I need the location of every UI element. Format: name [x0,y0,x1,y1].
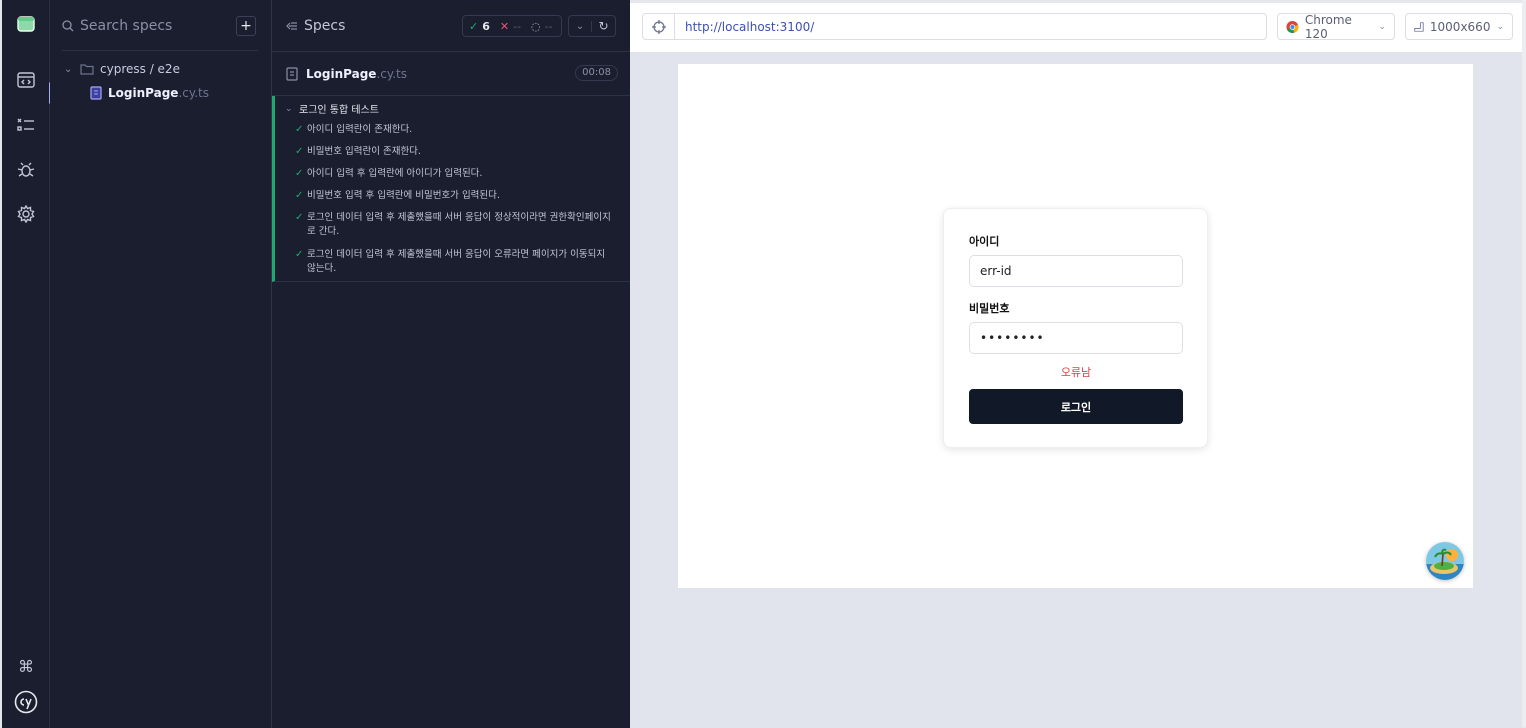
reporter-header: Specs ✓ 6 ✕ -- ◌ -- ⌄ ↻ [272,0,630,52]
app-under-test: 아이디 err-id 비밀번호 •••••••• 오류남 로그인 [678,64,1473,588]
specs-sidebar: + ⌄ cypress / e2e LoginPage .cy.ts [50,0,272,728]
spec-file-ext: .cy.ts [178,86,210,100]
floating-island-icon[interactable] [1426,542,1464,580]
spec-file-row[interactable]: LoginPage .cy.ts [90,86,209,100]
reporter-controls: ⌄ ↻ [568,15,616,37]
collapse-icon [286,22,297,30]
login-card: 아이디 err-id 비밀번호 •••••••• 오류남 로그인 [943,208,1208,448]
check-icon: ✓ [295,190,304,201]
failed-icon: ✕ [499,19,510,33]
pending-icon: ◌ [531,19,541,33]
folder-icon [80,64,94,75]
reporter-title: Specs [304,18,346,34]
chevron-down-icon: ⌄ [64,63,73,75]
cypress-app-icon[interactable] [14,12,38,36]
code-window-icon[interactable] [14,68,38,92]
spec-duration: 00:08 [575,65,618,81]
test-item[interactable]: ✓ 아이디 입력란이 존재한다. [295,123,613,137]
passed-count: 6 [482,19,490,33]
rerun-icon[interactable]: ↻ [592,19,615,33]
search-icon [62,20,74,32]
cypress-logo-icon[interactable] [14,690,38,714]
folder-row[interactable]: ⌄ cypress / e2e [64,62,180,76]
spec-title: LoginPage .cy.ts [286,67,407,81]
suite-title: 로그인 통합 테스트 [299,105,379,116]
viewport-icon [1414,21,1424,32]
test-label: 로그인 데이터 입력 후 제출했을때 서버 응답이 오류라면 페이지가 이동되지… [307,249,606,274]
nav-rail: ⌘ [2,0,52,728]
gear-icon[interactable] [14,202,38,226]
chevron-down-icon[interactable]: ⌄ [569,20,593,32]
chevron-down-icon: ⌄ [285,103,293,114]
test-label: 아이디 입력 후 입력란에 아이디가 입력된다. [307,168,483,179]
list-icon[interactable] [14,113,38,137]
specs-toggle[interactable]: Specs [286,18,345,34]
test-label: 비밀번호 입력 후 입력란에 비밀번호가 입력된다. [307,190,500,201]
add-spec-button[interactable]: + [236,16,256,36]
check-icon: ✓ [295,168,304,179]
password-label: 비밀번호 [969,302,1010,315]
test-item[interactable]: ✓ 아이디 입력 후 입력란에 아이디가 입력된다. [295,167,613,181]
preview-toolbar: http://localhost:3100/ Chrome 120 ⌄ 1000… [630,0,1522,52]
spec-name: LoginPage [306,67,377,81]
chevron-down-icon: ⌄ [1496,21,1504,32]
browser-select[interactable]: Chrome 120 ⌄ [1277,12,1395,41]
suite-title-row[interactable]: ⌄ 로그인 통합 테스트 [285,101,379,117]
browser-label: Chrome 120 [1304,12,1352,41]
folder-label: cypress / e2e [100,62,180,76]
test-item[interactable]: ✓ 로그인 데이터 입력 후 제출했을때 서버 응답이 오류라면 페이지가 이동… [295,248,613,276]
test-item[interactable]: ✓ 비밀번호 입력 후 입력란에 비밀번호가 입력된다. [295,189,613,203]
test-suite: ⌄ 로그인 통합 테스트 ✓ 아이디 입력란이 존재한다. ✓ 비밀번호 입력란… [272,96,630,282]
viewport-label: 1000x660 [1429,19,1491,34]
url-bar[interactable]: http://localhost:3100/ [642,13,1267,40]
failed-count: -- [513,19,522,33]
spec-file-name: LoginPage [108,86,179,100]
url-text: http://localhost:3100/ [685,19,815,34]
search-bar: + [62,12,258,40]
passed-icon: ✓ [469,19,479,33]
check-icon: ✓ [295,249,304,260]
test-label: 로그인 데이터 입력 후 제출했을때 서버 응답이 정상적이라면 권한확인페이지… [307,212,611,237]
bug-icon[interactable] [14,158,38,182]
app-preview: http://localhost:3100/ Chrome 120 ⌄ 1000… [630,0,1522,728]
command-key-icon[interactable]: ⌘ [14,654,38,678]
spec-file-icon [286,67,298,81]
password-input[interactable]: •••••••• [969,322,1183,354]
search-input[interactable] [80,18,230,34]
test-stats: ✓ 6 ✕ -- ◌ -- [462,15,562,37]
error-message: 오류남 [1060,366,1092,379]
reporter-panel: Specs ✓ 6 ✕ -- ◌ -- ⌄ ↻ LoginPage .cy.ts… [272,0,630,728]
pending-count: -- [544,19,553,33]
check-icon: ✓ [295,146,304,157]
test-label: 아이디 입력란이 존재한다. [307,124,413,135]
chevron-down-icon: ⌄ [1378,21,1386,32]
id-label: 아이디 [969,235,1000,248]
test-label: 비밀번호 입력란이 존재한다. [307,146,421,157]
chrome-icon [1286,20,1299,33]
selector-playground-button[interactable] [643,14,675,39]
check-icon: ✓ [295,212,304,223]
crosshair-icon [651,19,666,34]
login-button[interactable]: 로그인 [969,389,1183,424]
test-item[interactable]: ✓ 로그인 데이터 입력 후 제출했을때 서버 응답이 정상적이라면 권한확인페… [295,211,613,239]
viewport-select[interactable]: 1000x660 ⌄ [1405,13,1513,40]
id-input[interactable]: err-id [969,255,1183,287]
check-icon: ✓ [295,124,304,135]
running-spec: LoginPage .cy.ts 00:08 [272,52,630,96]
spec-ext: .cy.ts [376,67,408,81]
spec-file-icon [90,86,102,100]
divider [62,50,258,51]
test-item[interactable]: ✓ 비밀번호 입력란이 존재한다. [295,145,613,159]
